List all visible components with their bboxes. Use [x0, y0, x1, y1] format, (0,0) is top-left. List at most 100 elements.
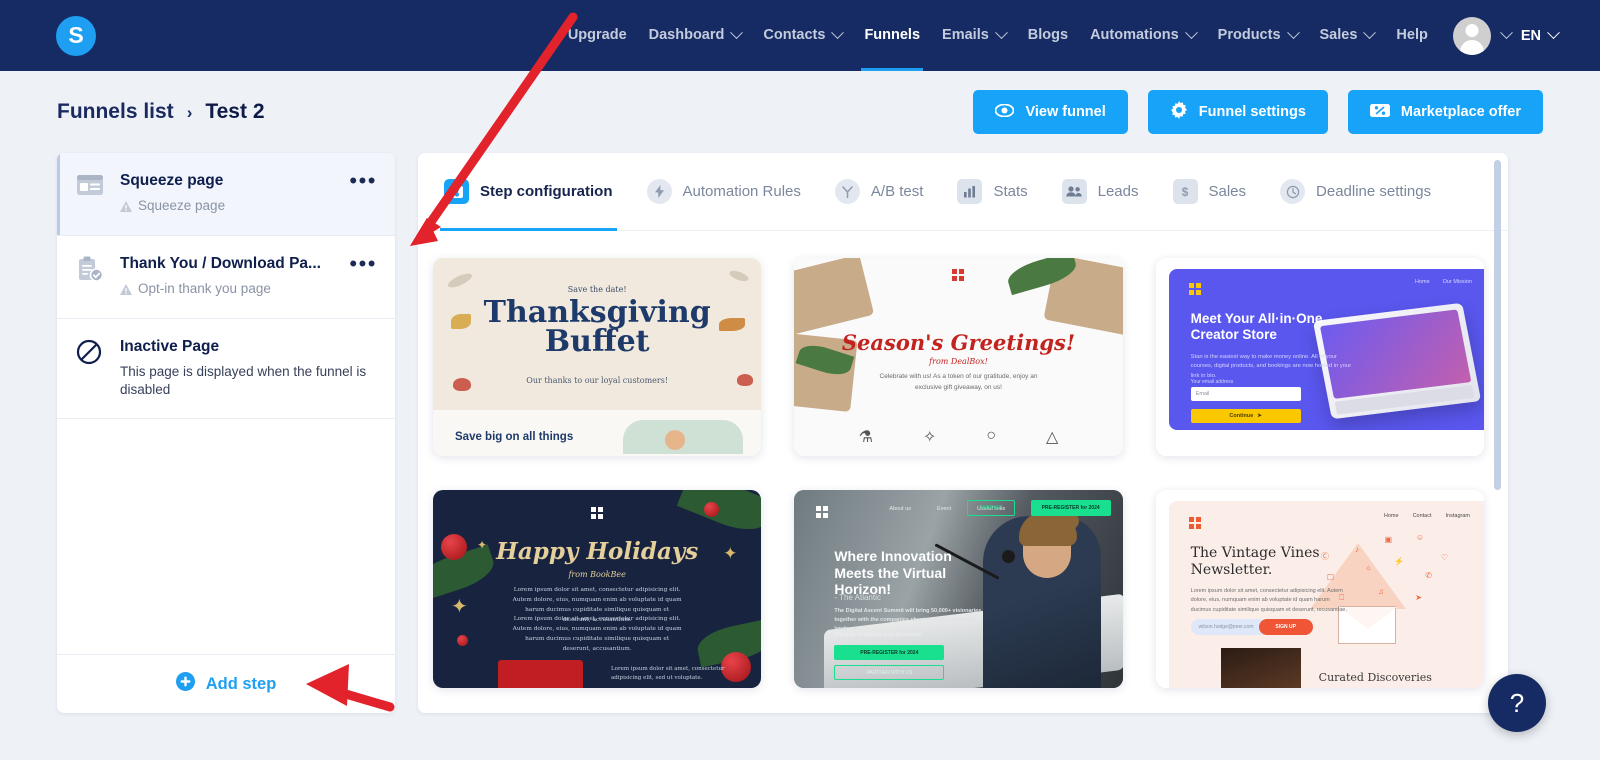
nav-item-funnels[interactable]: Funnels: [853, 0, 931, 71]
card-paragraph-2: Lorem ipsum dolor sit amet, consectetur …: [512, 616, 682, 653]
add-step-button[interactable]: Add step: [57, 654, 395, 713]
card-image-block: [498, 660, 583, 688]
warning-icon: [120, 282, 132, 300]
step-subtitle: Opt-in thank you page: [138, 281, 271, 297]
step-title: Thank You / Download Pa...: [120, 255, 321, 273]
phone-icon: ✆: [1425, 571, 1432, 580]
step-item-thank-you-page[interactable]: Thank You / Download Pa... Opt-in thank …: [57, 236, 395, 320]
card-inner: Home Our Mission Meet Your All·in·One Cr…: [1168, 269, 1484, 430]
pine-branch: [677, 490, 762, 540]
step-body: Inactive Page This page is displayed whe…: [120, 337, 379, 399]
card-signup-button: SIGN UP: [1258, 619, 1313, 635]
ticket-percent-icon: [1369, 103, 1390, 122]
nav-label: Emails: [942, 27, 989, 43]
template-card-thanksgiving-buffet[interactable]: Save the date! Thanksgiving Buffet Our t…: [433, 258, 762, 456]
language-selector[interactable]: EN: [1520, 26, 1570, 44]
step-body: Thank You / Download Pa... Opt-in thank …: [120, 254, 333, 300]
tab-automation-rules[interactable]: Automation Rules: [646, 153, 801, 231]
brand-logo-dots: [591, 507, 604, 519]
template-card-seasons-greetings[interactable]: Season's Greetings! from DealBox! Celebr…: [794, 258, 1123, 456]
card-title: Happy Holidays: [496, 538, 699, 565]
nav-item-dashboard[interactable]: Dashboard: [638, 0, 753, 71]
language-label: EN: [1520, 27, 1541, 44]
card-title: Thanksgiving Buffet: [483, 295, 711, 360]
tab-sales[interactable]: $ Sales: [1172, 153, 1247, 231]
music-icon: ♫: [1378, 587, 1384, 596]
template-card-vintage-vines[interactable]: Home Contact Instagram Ⓒ ♪ ▣ ☺ ♡ ☐ ☼ ⚡ ✆…: [1155, 490, 1484, 688]
tab-deadline-settings[interactable]: Deadline settings: [1280, 153, 1431, 231]
tab-stats[interactable]: Stats: [957, 153, 1028, 231]
send-icon: ➤: [1415, 593, 1422, 602]
warning-icon: [120, 199, 132, 217]
template-card-creator-store[interactable]: Home Our Mission Meet Your All·in·One Cr…: [1155, 258, 1484, 456]
view-funnel-button[interactable]: View funnel: [973, 90, 1128, 134]
nav-label: Sales: [1319, 27, 1358, 43]
nav-item-emails[interactable]: Emails: [931, 0, 1017, 71]
tab-step-configuration[interactable]: Step configuration: [440, 153, 616, 231]
inactive-page-icon: [76, 337, 106, 370]
nav-item-upgrade[interactable]: Upgrade: [557, 0, 638, 71]
card-description: Celebrate with us! As a token of our gra…: [879, 373, 1038, 392]
nav-item-products[interactable]: Products: [1207, 0, 1309, 71]
card-email-placeholder: wilson.hodge@peer.com: [1198, 624, 1254, 630]
step-item-inactive-page[interactable]: Inactive Page This page is displayed whe…: [57, 319, 395, 419]
card-paragraph-2: See you in Madrid next December.: [834, 632, 924, 638]
step-subtitle-row: Opt-in thank you page: [120, 280, 333, 300]
card-field-label: Your email address: [1190, 379, 1234, 385]
bulb-icon: ☼: [1364, 563, 1372, 572]
card-subtitle: Our thanks to our loyal customers!: [526, 376, 669, 385]
nav-label: Help: [1396, 27, 1428, 43]
mini-nav-item: Instagram: [1445, 513, 1470, 519]
page-header: Funnels list › Test 2 View funnel Funnel…: [0, 71, 1600, 153]
card-photo-block: [1220, 648, 1301, 688]
breadcrumb-funnels-list[interactable]: Funnels list: [57, 100, 174, 124]
question-mark-icon: ?: [1509, 687, 1525, 718]
nav-item-blogs[interactable]: Blogs: [1017, 0, 1079, 71]
sparkle-icon: ✧: [922, 429, 937, 446]
templates-scrollbar[interactable]: [1494, 160, 1501, 490]
page-title: Test 2: [205, 100, 265, 123]
mini-nav-item: Our Mission: [1442, 279, 1472, 285]
tab-label: Sales: [1208, 183, 1247, 200]
card-paragraph: The Digital Ascent Summit will bring 50,…: [834, 608, 982, 633]
app-logo[interactable]: S: [56, 15, 96, 56]
card-cta-button: Continue ➤: [1190, 409, 1301, 423]
tab-ab-test[interactable]: A/B test: [834, 153, 923, 231]
template-card-virtual-summit[interactable]: About us Event Useful links PARTNER PRE-…: [794, 490, 1123, 688]
eye-icon: [995, 103, 1015, 121]
help-button[interactable]: ?: [1488, 674, 1546, 732]
marketplace-offer-button[interactable]: Marketplace offer: [1347, 90, 1543, 134]
tree-icon: △: [1046, 429, 1059, 446]
step-menu-button[interactable]: •••: [347, 170, 379, 192]
nav-label: Contacts: [763, 27, 826, 43]
step-menu-button[interactable]: •••: [347, 253, 379, 275]
nav-item-help[interactable]: Help: [1385, 0, 1438, 71]
card-title: Meet Your All·in·One Creator Store: [1190, 311, 1323, 343]
step-item-squeeze-page[interactable]: Squeeze page Squeeze page •••: [57, 153, 395, 237]
mini-nav-item: Home: [1383, 513, 1399, 519]
tab-leads[interactable]: Leads: [1061, 153, 1139, 231]
card-footer-text: Save big on all things: [455, 431, 574, 443]
bird-icon: ♪: [1355, 545, 1359, 554]
gift-decoration: [794, 258, 875, 336]
nav-item-contacts[interactable]: Contacts: [752, 0, 853, 71]
leaf-decoration: [728, 268, 751, 284]
nav-label: Blogs: [1027, 27, 1069, 43]
step-config-icon: [444, 179, 469, 204]
card-footer: Save big on all things: [433, 410, 762, 456]
wreath-icon: ○: [986, 427, 997, 444]
funnel-steps-sidebar: Squeeze page Squeeze page ••• Thank You …: [57, 153, 395, 713]
mini-nav-item: Contact: [1412, 513, 1432, 519]
template-card-happy-holidays[interactable]: ✦ ✦ ✦ Happy Holidays from BookBee Lorem …: [433, 490, 762, 688]
nav-item-sales[interactable]: Sales: [1309, 0, 1386, 71]
user-menu[interactable]: [1439, 16, 1521, 55]
mini-nav-item: Event: [937, 506, 952, 512]
card-cta-secondary: PARTNER WITH US: [834, 665, 945, 680]
dollar-icon: $: [1172, 179, 1198, 204]
ornament-icon: ⚗: [858, 429, 873, 446]
funnel-settings-button[interactable]: Funnel settings: [1147, 90, 1328, 134]
card-mini-nav: Home Our Mission: [1415, 279, 1472, 285]
nav-item-automations[interactable]: Automations: [1079, 0, 1207, 71]
top-navigation-bar: S Upgrade Dashboard Contacts Funnels Ema…: [0, 0, 1600, 71]
thank-you-page-icon: [76, 254, 106, 287]
